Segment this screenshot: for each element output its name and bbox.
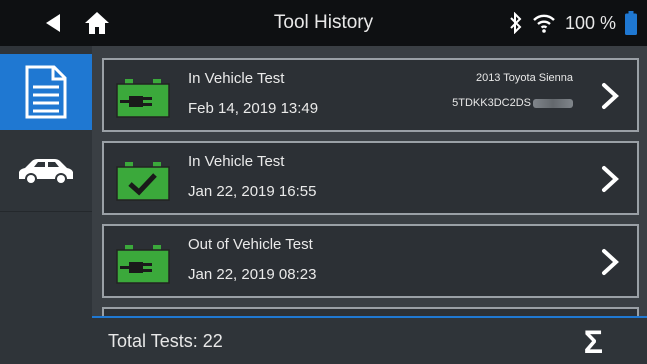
chevron-right-icon[interactable] [599, 165, 621, 193]
status-area: 100 % [509, 11, 637, 35]
test-date: Jan 22, 2019 08:23 [188, 266, 317, 283]
chevron-right-icon[interactable] [599, 248, 621, 276]
battery-check-icon [116, 162, 170, 201]
battery-icon [625, 11, 637, 35]
battery-plug-icon [116, 79, 170, 118]
sidebar-item-vehicle[interactable] [0, 132, 92, 212]
battery-percent: 100 % [564, 12, 616, 33]
test-type: In Vehicle Test [188, 153, 285, 170]
car-icon [19, 158, 73, 185]
test-type: Out of Vehicle Test [188, 236, 313, 253]
list-item[interactable]: Out of Vehicle Test Jan 22, 2019 08:23 [102, 224, 639, 298]
total-tests-label: Total Tests: 22 [108, 331, 223, 351]
list-item[interactable]: In Vehicle Test Feb 14, 2019 13:49 2013 … [102, 58, 639, 132]
sidebar-empty [0, 213, 92, 364]
wifi-icon [533, 14, 555, 33]
list-item[interactable]: In Vehicle Test Jan 22, 2019 16:55 [102, 141, 639, 215]
test-date: Feb 14, 2019 13:49 [188, 100, 319, 117]
chevron-right-icon[interactable] [599, 82, 621, 110]
sidebar [0, 46, 92, 364]
top-bar: Tool History 100 % [0, 0, 647, 46]
test-list[interactable]: In Vehicle Test Feb 14, 2019 13:49 2013 … [92, 46, 647, 316]
footer-bar: Total Tests: 22 Σ [92, 316, 647, 364]
vehicle-name: 2013 Toyota Sienna [475, 72, 573, 84]
sigma-summary-button[interactable]: Σ [584, 324, 603, 361]
battery-plug-icon [116, 245, 170, 284]
vin-redacted [533, 98, 573, 108]
document-icon [25, 65, 67, 119]
test-date: Jan 22, 2019 16:55 [188, 183, 317, 200]
tool-history-screen: Tool History 100 % In Vehicle Test Feb 1… [0, 0, 647, 364]
sidebar-item-history[interactable] [0, 54, 92, 130]
vin-number: 5TDKK3DC2DS [452, 97, 573, 109]
bluetooth-icon [510, 12, 522, 34]
test-type: In Vehicle Test [188, 70, 285, 87]
vin-visible: 5TDKK3DC2DS [452, 97, 531, 109]
list-item-partial[interactable] [102, 307, 639, 316]
